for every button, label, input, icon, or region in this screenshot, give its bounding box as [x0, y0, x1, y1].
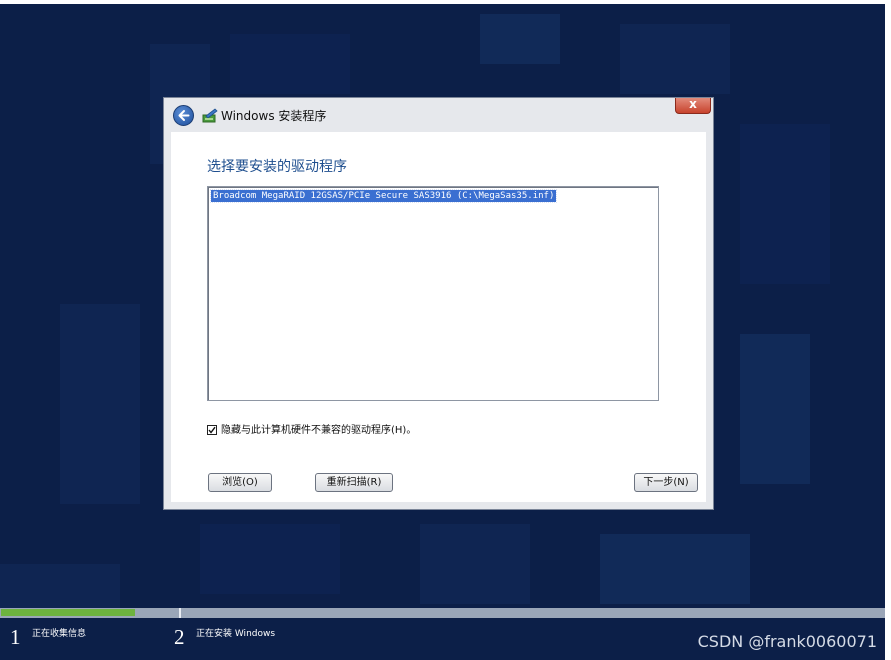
progress-fill — [1, 609, 135, 616]
screen-frame-right — [885, 0, 891, 660]
background-tile — [200, 524, 340, 594]
background-tile — [600, 534, 750, 604]
back-button[interactable] — [173, 105, 194, 126]
hide-incompatible-label: 隐藏与此计算机硬件不兼容的驱动程序(H)。 — [221, 425, 417, 436]
checkmark-icon — [208, 426, 216, 434]
back-arrow-icon — [178, 110, 190, 121]
dialog-content: 选择要安装的驱动程序 Broadcom MegaRAID 12GSAS/PCIe… — [171, 132, 706, 502]
close-button[interactable]: x — [675, 97, 711, 114]
watermark: CSDN @frank0060071 — [697, 632, 877, 651]
progress-step-divider — [179, 608, 181, 618]
hide-incompatible-checkbox[interactable] — [207, 425, 217, 435]
background-tile — [230, 34, 350, 94]
rescan-button[interactable]: 重新扫描(R) — [315, 473, 393, 492]
window-title: Windows 安装程序 — [221, 109, 327, 123]
background-tile — [740, 334, 810, 484]
step-label: 正在安装 Windows — [196, 629, 276, 639]
background-tile — [0, 564, 120, 608]
step-number: 2 — [174, 625, 185, 649]
background-tile — [620, 24, 730, 94]
background-tile — [480, 14, 560, 64]
driver-list[interactable]: Broadcom MegaRAID 12GSAS/PCIe Secure SAS… — [207, 186, 659, 401]
page-heading: 选择要安装的驱动程序 — [207, 159, 347, 175]
background-tile — [740, 124, 830, 284]
browse-button[interactable]: 浏览(O) — [208, 473, 272, 492]
windows-setup-icon — [202, 108, 218, 123]
background-tile — [420, 524, 530, 604]
step-number: 1 — [10, 625, 21, 649]
background-tile — [60, 304, 140, 504]
setup-dialog: Windows 安装程序 x 选择要安装的驱动程序 Broadcom MegaR… — [163, 97, 714, 510]
close-icon: x — [689, 97, 697, 111]
setup-progress-bar — [0, 608, 885, 618]
next-button[interactable]: 下一步(N) — [634, 473, 698, 492]
title-bar: Windows 安装程序 x — [164, 97, 713, 132]
step-label: 正在收集信息 — [32, 629, 87, 639]
driver-list-item[interactable]: Broadcom MegaRAID 12GSAS/PCIe Secure SAS… — [209, 189, 558, 203]
